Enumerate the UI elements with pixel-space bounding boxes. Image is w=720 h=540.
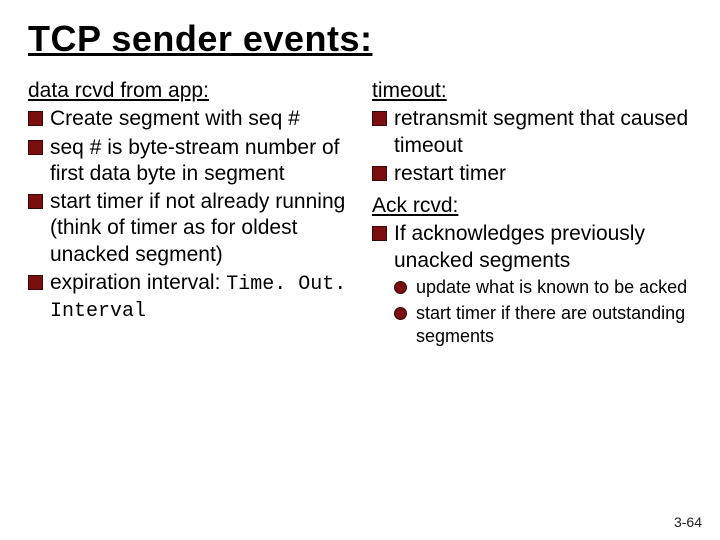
sub-bullet-text: update what is known to be acked	[416, 277, 687, 297]
bullet-text: Create segment with seq #	[50, 107, 300, 130]
sub-bullet-text: start timer if there are outstanding seg…	[416, 303, 685, 346]
left-bullet-list: Create segment with seq # seq # is byte-…	[28, 106, 348, 324]
left-column: data rcvd from app: Create segment with …	[28, 78, 348, 353]
right-heading-timeout: timeout:	[372, 78, 692, 104]
sub-list-item: update what is known to be acked	[394, 276, 692, 299]
bullet-text: If acknowledges previously unacked segme…	[394, 222, 645, 271]
slide: TCP sender events: data rcvd from app: C…	[0, 0, 720, 540]
page-number: 3-64	[674, 514, 702, 530]
right-bullet-list-timeout: retransmit segment that caused timeout r…	[372, 106, 692, 187]
sub-bullet-list: update what is known to be acked start t…	[394, 276, 692, 348]
sub-list-item: start timer if there are outstanding seg…	[394, 302, 692, 347]
content-columns: data rcvd from app: Create segment with …	[28, 78, 692, 353]
list-item: start timer if not already running (thin…	[28, 189, 348, 268]
bullet-text: seq # is byte-stream number of first dat…	[50, 136, 339, 185]
right-bullet-list-ack: If acknowledges previously unacked segme…	[372, 221, 692, 347]
bullet-text: expiration interval:	[50, 271, 226, 294]
bullet-text: restart timer	[394, 162, 506, 185]
list-item: expiration interval: Time. Out. Interval	[28, 270, 348, 324]
slide-title: TCP sender events:	[28, 18, 692, 60]
left-heading: data rcvd from app:	[28, 78, 348, 104]
list-item: Create segment with seq #	[28, 106, 348, 132]
list-item: restart timer	[372, 161, 692, 187]
list-item: retransmit segment that caused timeout	[372, 106, 692, 159]
right-column: timeout: retransmit segment that caused …	[372, 78, 692, 353]
right-heading-ack: Ack rcvd:	[372, 193, 692, 219]
list-item: If acknowledges previously unacked segme…	[372, 221, 692, 347]
bullet-text: start timer if not already running (thin…	[50, 190, 345, 266]
bullet-text: retransmit segment that caused timeout	[394, 107, 688, 156]
list-item: seq # is byte-stream number of first dat…	[28, 135, 348, 188]
